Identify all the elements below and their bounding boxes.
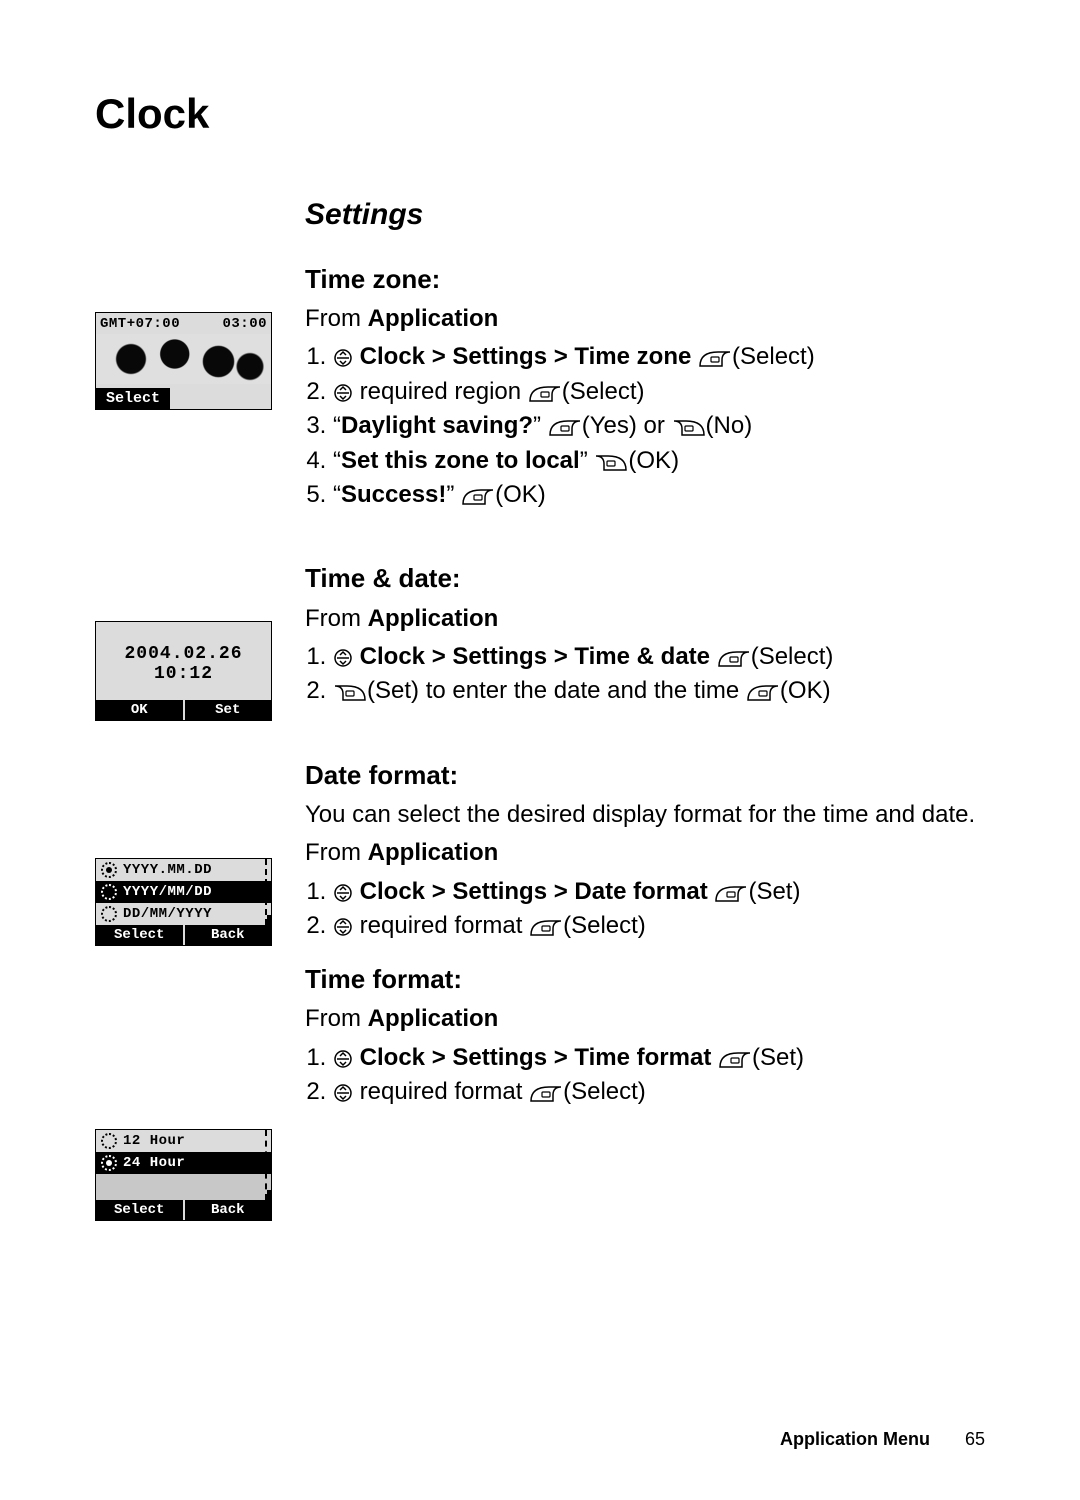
softkey-back: Back xyxy=(185,925,272,945)
radio-empty-icon xyxy=(101,1133,117,1149)
footer-section: Application Menu xyxy=(780,1429,930,1449)
dateformat-steps: Clock > Settings > Date format (Set) req… xyxy=(305,876,985,943)
nav-updown-icon xyxy=(333,1049,353,1069)
screen-gmt: GMT+07:00 xyxy=(100,316,180,332)
timeformat-steps: Clock > Settings > Time format (Set) req… xyxy=(305,1042,985,1109)
scrollbar-thumb xyxy=(267,1190,271,1200)
timeformat-screen: 12 Hour 24 Hour Select Back xyxy=(95,1129,272,1221)
radio-filled-icon xyxy=(101,1155,117,1171)
from-application: From Application xyxy=(305,603,985,635)
dateformat-heading: Date format: xyxy=(305,758,985,793)
page-footer: Application Menu 65 xyxy=(780,1429,985,1450)
option-label: 24 Hour xyxy=(123,1155,185,1171)
timezone-heading: Time zone: xyxy=(305,262,985,297)
softkey-right-icon xyxy=(528,385,562,403)
timezone-screen: GMT+07:00 03:00 Select xyxy=(95,312,272,410)
timezone-steps: Clock > Settings > Time zone (Select) re… xyxy=(305,341,985,511)
nav-updown-icon xyxy=(333,1083,353,1103)
softkey-select: Select xyxy=(96,1200,185,1220)
dateformat-screen: YYYY.MM.DD YYYY/MM/DD DD/MM/YYYY Select … xyxy=(95,858,272,946)
softkey-right-icon xyxy=(461,488,495,506)
softkey-right-icon xyxy=(718,1051,752,1069)
world-map-graphic xyxy=(96,334,271,384)
nav-updown-icon xyxy=(333,883,353,903)
softkey-right-icon xyxy=(698,350,732,368)
softkey-set: Set xyxy=(185,700,272,720)
radio-empty-icon xyxy=(101,884,117,900)
option-label: 12 Hour xyxy=(123,1133,185,1149)
radio-empty-icon xyxy=(101,906,117,922)
nav-updown-icon xyxy=(333,917,353,937)
softkey-select: Select xyxy=(96,388,172,409)
softkey-back: Back xyxy=(185,1200,272,1220)
option-label: DD/MM/YYYY xyxy=(123,906,212,922)
timedate-block: 2004.02.26 10:12 OK Set Time & date: Fro… xyxy=(95,561,985,727)
softkey-right-icon xyxy=(717,650,751,668)
softkey-ok: OK xyxy=(96,700,185,720)
settings-heading: Settings xyxy=(305,198,985,232)
radio-filled-icon xyxy=(101,862,117,878)
dateformat-intro: You can select the desired display forma… xyxy=(305,799,985,831)
softkey-right-icon xyxy=(746,684,780,702)
screen-clock: 10:12 xyxy=(96,664,271,684)
screen-time: 03:00 xyxy=(222,316,267,332)
softkey-select: Select xyxy=(96,925,185,945)
option-label: YYYY.MM.DD xyxy=(123,862,212,878)
page-title: Clock xyxy=(95,90,985,138)
option-label: YYYY/MM/DD xyxy=(123,884,212,900)
timedate-steps: Clock > Settings > Time & date (Select) … xyxy=(305,641,985,708)
softkey-left-icon xyxy=(672,419,706,437)
softkey-right-icon xyxy=(529,1085,563,1103)
softkey-right-icon xyxy=(714,885,748,903)
scrollbar-thumb xyxy=(267,915,271,925)
from-application: From Application xyxy=(305,303,985,335)
softkey-left-icon xyxy=(594,454,628,472)
softkey-left-icon xyxy=(333,684,367,702)
nav-updown-icon xyxy=(333,648,353,668)
nav-updown-icon xyxy=(333,348,353,368)
manual-page: Clock Settings GMT+07:00 03:00 Select Ti… xyxy=(0,0,1080,1500)
timeformat-heading: Time format: xyxy=(305,962,985,997)
softkey-right-icon xyxy=(548,419,582,437)
from-application: From Application xyxy=(305,837,985,869)
nav-updown-icon xyxy=(333,383,353,403)
softkey-right-icon xyxy=(529,919,563,937)
screen-date: 2004.02.26 xyxy=(96,644,271,664)
timezone-block: GMT+07:00 03:00 Select Time zone: From A… xyxy=(95,262,985,531)
timedate-screen: 2004.02.26 10:12 OK Set xyxy=(95,621,272,721)
from-application: From Application xyxy=(305,1003,985,1035)
timedate-heading: Time & date: xyxy=(305,561,985,596)
footer-page-number: 65 xyxy=(965,1429,985,1449)
